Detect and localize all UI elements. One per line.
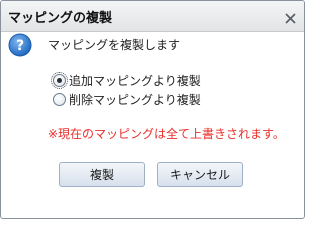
radio-copy-from-added[interactable]: 追加マッピングより複製 [51, 71, 201, 89]
svg-text:?: ? [16, 38, 24, 54]
question-icon: ? [8, 33, 32, 57]
copy-button[interactable]: 複製 [59, 162, 145, 187]
dialog-title: マッピングの複製 [8, 11, 113, 26]
dialog-titlebar[interactable]: マッピングの複製 [1, 1, 304, 32]
cancel-button[interactable]: キャンセル [157, 162, 243, 187]
radio-copy-from-deleted[interactable]: 削除マッピングより複製 [53, 91, 201, 107]
radio-button-checked[interactable] [51, 71, 68, 89]
radio-button-unchecked[interactable] [53, 92, 66, 106]
overwrite-warning: ※現在のマッピングは全て上書きされます。 [48, 127, 285, 141]
dialog-message: マッピングを複製します [48, 38, 181, 52]
radio-label: 追加マッピングより複製 [69, 73, 201, 88]
close-icon[interactable] [284, 10, 297, 24]
copy-mapping-dialog: マッピングの複製 ? マッピングを複製します 追加マッピングより複製 削除マッピ… [0, 0, 305, 219]
radio-label: 削除マッピングより複製 [69, 92, 201, 107]
